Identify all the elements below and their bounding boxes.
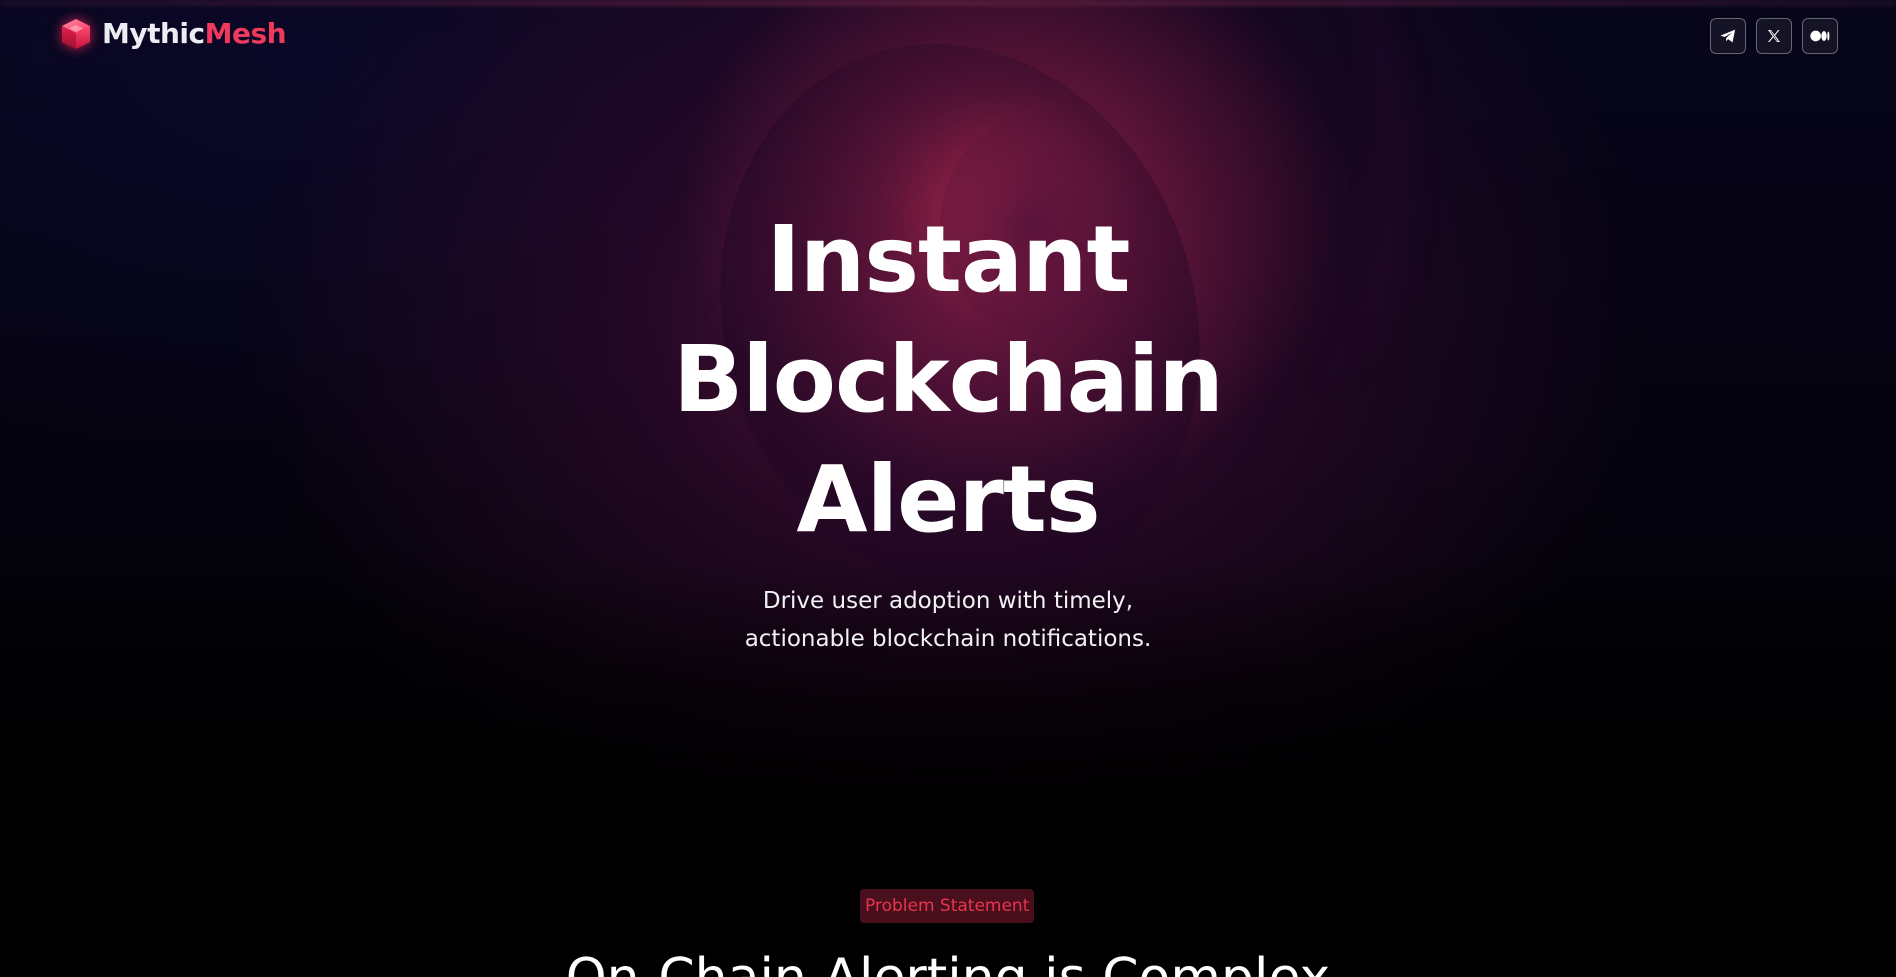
x-button[interactable]: [1756, 18, 1792, 54]
telegram-icon: [1720, 29, 1736, 43]
problem-statement-badge: Problem Statement: [860, 889, 1035, 923]
hero-title-line-3: Alerts: [796, 446, 1100, 553]
social-links: [1710, 18, 1838, 54]
x-icon: [1768, 30, 1780, 42]
site-header: MythicMesh: [0, 0, 1896, 74]
hero-title-line-2: Blockchain: [673, 326, 1224, 433]
hero-subtitle-line-1: Drive user adoption with timely,: [762, 588, 1134, 614]
problem-section-title: On-Chain Alerting is Complex: [448, 948, 1448, 977]
logo-wordmark: MythicMesh: [102, 16, 287, 52]
cube-icon: [62, 19, 90, 49]
hero-title: Instant Blockchain Alerts: [548, 200, 1348, 560]
medium-icon: [1810, 30, 1830, 42]
medium-button[interactable]: [1802, 18, 1838, 54]
hero-subtitle-line-2: actionable blockchain notifications.: [744, 626, 1152, 652]
landing-page: MythicMesh Instant Blockchain Alerts Dri…: [0, 0, 1896, 977]
hero-subtitle: Drive user adoption with timely, actiona…: [648, 582, 1248, 658]
logo-name-part-1: Mythic: [102, 17, 205, 50]
hero-title-line-1: Instant: [766, 206, 1130, 313]
logo-link[interactable]: MythicMesh: [58, 16, 287, 52]
logo-name-part-2: Mesh: [204, 17, 287, 50]
telegram-button[interactable]: [1710, 18, 1746, 54]
